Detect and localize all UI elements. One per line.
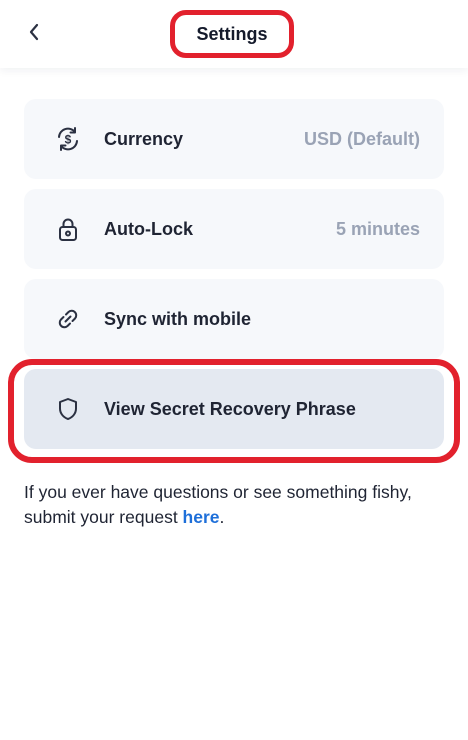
settings-item-value: USD (Default)	[304, 128, 420, 149]
settings-item-label: Sync with mobile	[104, 308, 252, 329]
help-text: If you ever have questions or see someth…	[24, 480, 454, 530]
svg-text:$: $	[65, 133, 72, 147]
settings-item-value: 5 minutes	[335, 218, 420, 239]
selection-highlight	[8, 359, 460, 463]
chevron-left-icon	[27, 22, 41, 47]
settings-item-auto-lock[interactable]: Auto-Lock 5 minutes	[24, 189, 444, 269]
link-icon	[54, 305, 82, 333]
settings-item-currency[interactable]: $ Currency USD (Default)	[24, 99, 444, 179]
back-button[interactable]	[20, 20, 48, 48]
currency-exchange-icon: $	[54, 125, 82, 153]
page-title: Settings	[196, 23, 268, 44]
settings-item-label: Auto-Lock	[104, 218, 193, 239]
help-link[interactable]: here	[183, 507, 220, 527]
settings-item-sync-mobile[interactable]: Sync with mobile	[24, 279, 444, 359]
lock-icon	[54, 215, 82, 243]
settings-item-label: Currency	[104, 128, 184, 149]
help-suffix: .	[219, 507, 225, 527]
title-highlight: Settings	[170, 10, 294, 58]
header-bar: Settings	[0, 0, 468, 68]
